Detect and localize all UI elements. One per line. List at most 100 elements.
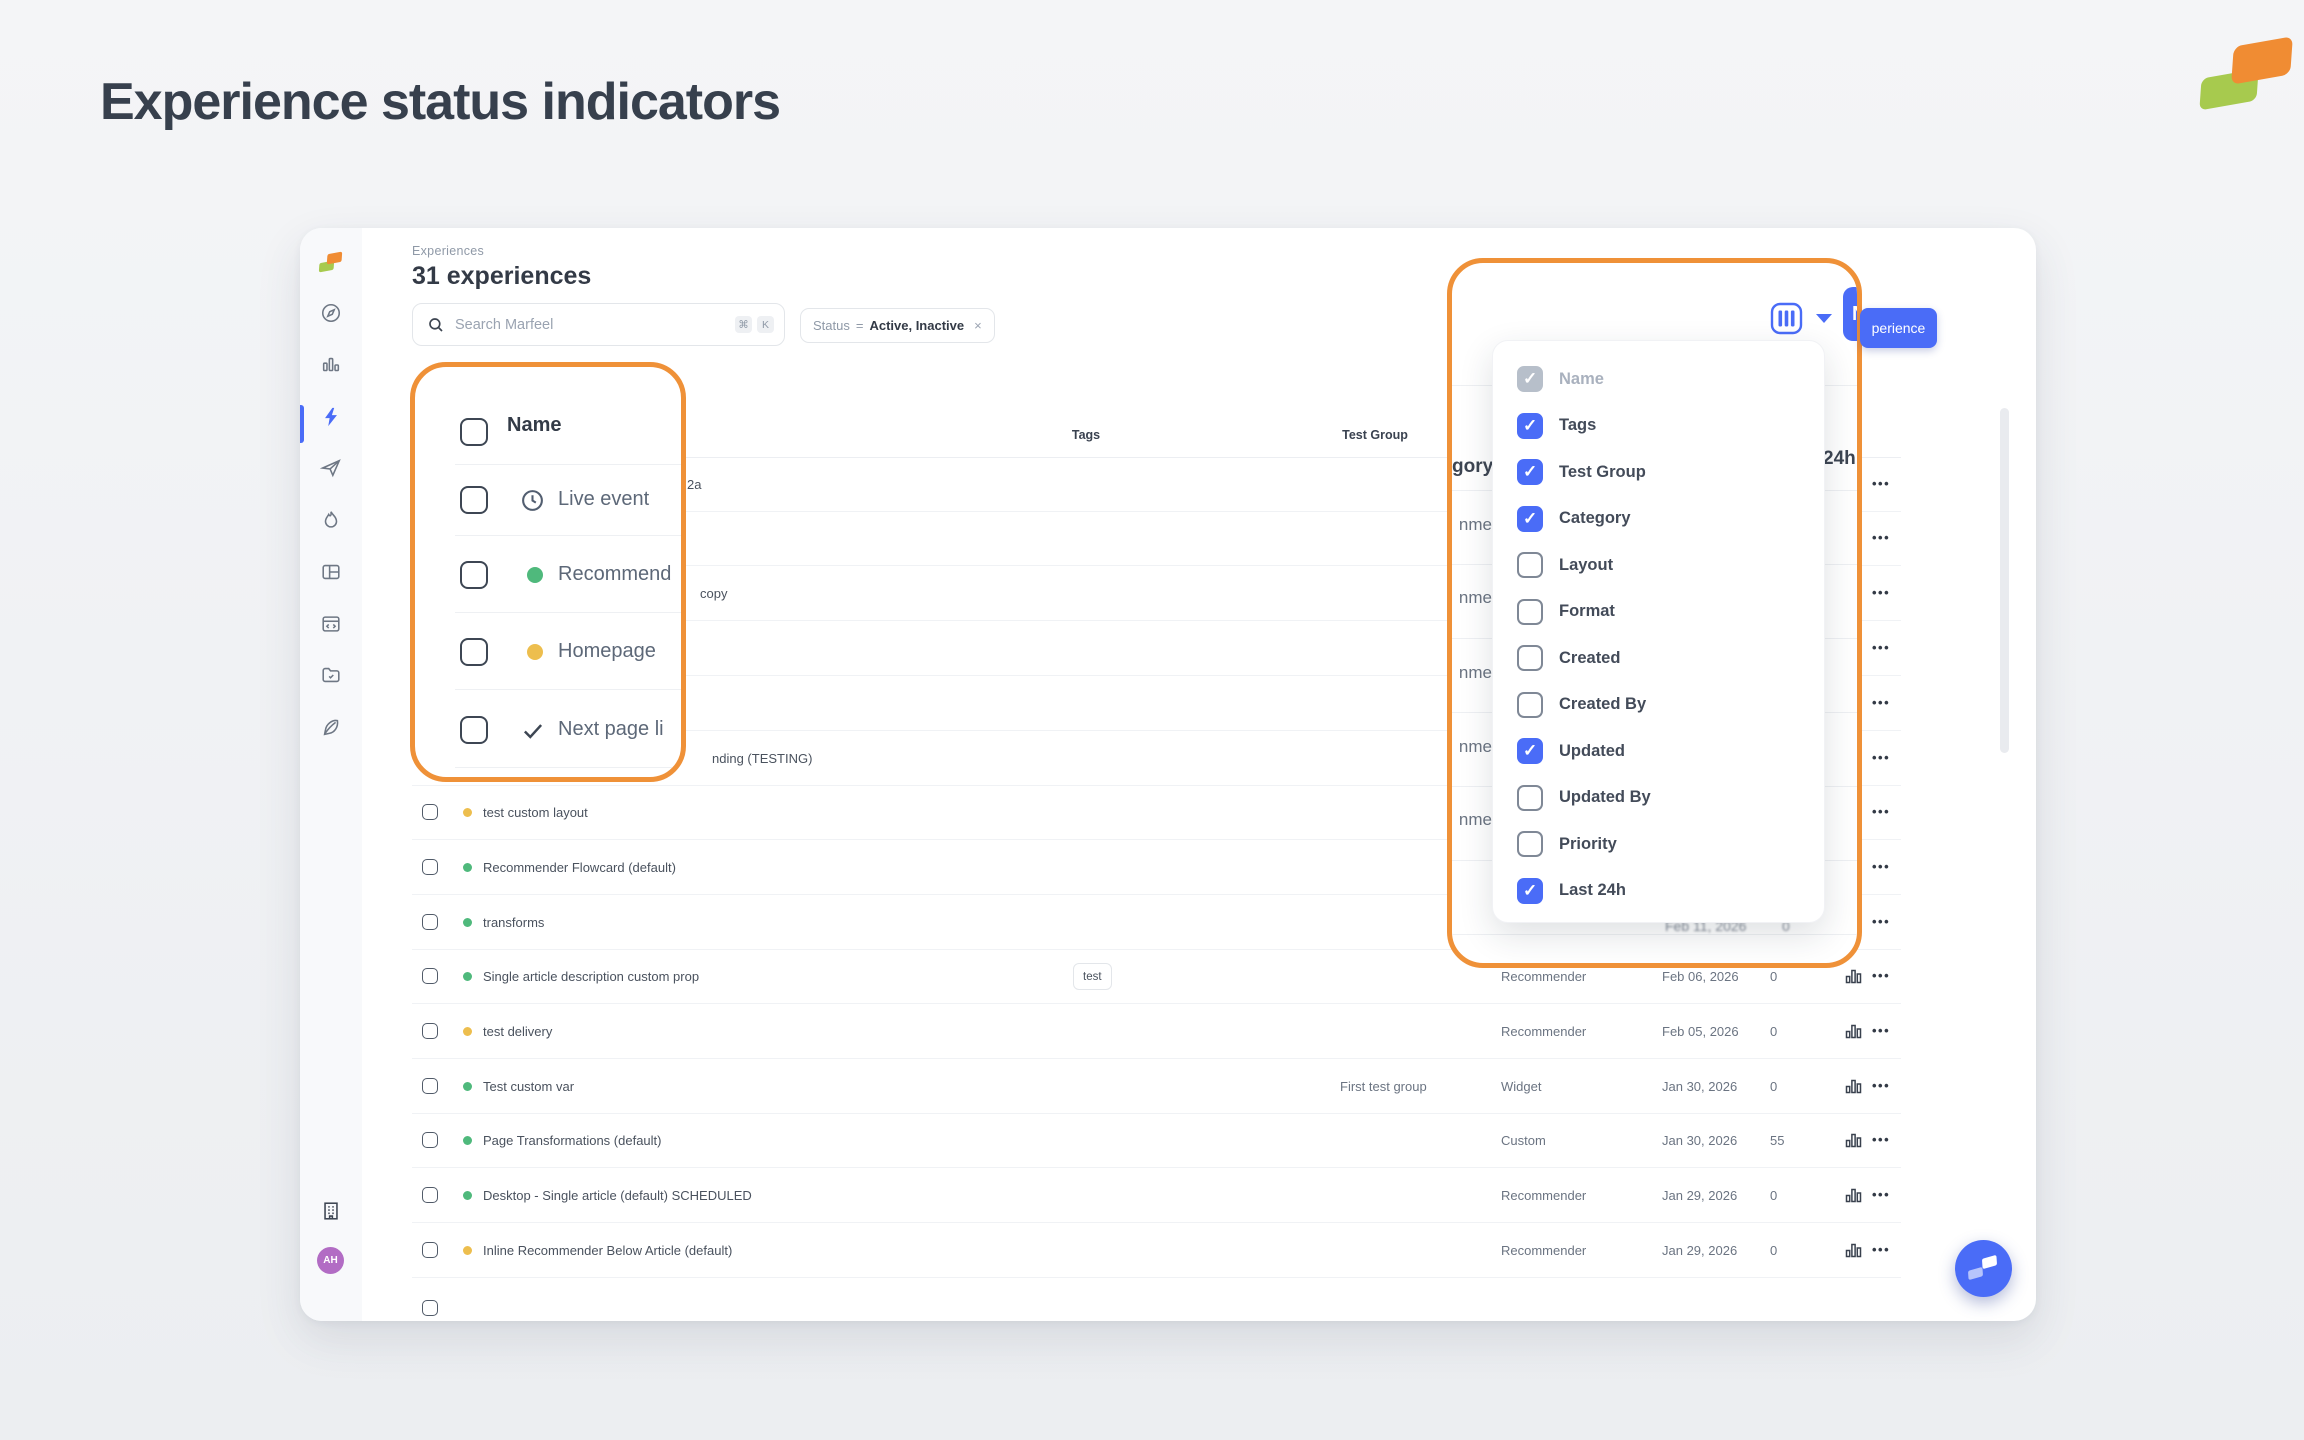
row-menu-dots[interactable]: ••• [1872,859,1890,874]
row-menu-dots[interactable]: ••• [1872,1023,1890,1038]
columns-icon[interactable] [1770,302,1803,335]
menu-item-format[interactable]: Format [1517,589,1824,636]
search-input[interactable] [455,317,730,333]
analytics-icon[interactable] [320,354,342,376]
floating-marfeel-button[interactable] [1955,1240,2012,1297]
row-menu-dots[interactable]: ••• [1872,476,1890,491]
menu-item-last-24h[interactable]: Last 24h [1517,868,1824,915]
menu-item-updated[interactable]: Updated [1517,728,1824,775]
row-updated: Feb 06, 2026 [1662,969,1739,984]
row-menu-dots[interactable]: ••• [1872,804,1890,819]
row-menu-dots[interactable]: ••• [1872,585,1890,600]
browser-code-icon[interactable] [320,613,342,635]
table-row[interactable]: Page Transformations (default) Custom Ja… [412,1113,1901,1168]
column-header-tags[interactable]: Tags [1062,428,1110,442]
checkbox-unchecked[interactable] [1517,552,1543,578]
building-icon[interactable] [320,1200,342,1222]
breadcrumb[interactable]: Experiences [412,244,484,258]
checkbox-checked[interactable] [1517,413,1543,439]
row-chart-icon[interactable] [1845,1078,1862,1095]
select-all-checkbox[interactable] [460,418,488,446]
row-checkbox[interactable] [422,859,438,875]
menu-item-updated-by[interactable]: Updated By [1517,775,1824,822]
column-header-test-group[interactable]: Test Group [1335,428,1415,442]
row-checkbox[interactable] [460,638,488,666]
chip-label: Status [813,318,850,333]
compass-icon[interactable] [320,302,342,324]
send-icon[interactable] [320,457,342,479]
row-checkbox[interactable] [422,968,438,984]
row-checkbox[interactable] [422,914,438,930]
row-menu-dots[interactable]: ••• [1872,914,1890,929]
tag-chip[interactable]: test [1073,963,1112,990]
row-menu-dots[interactable]: ••• [1872,750,1890,765]
row-checkbox[interactable] [460,561,488,589]
row-checkbox[interactable] [422,1242,438,1258]
feather-icon[interactable] [320,716,342,738]
table-row[interactable]: Desktop - Single article (default) SCHED… [412,1168,1901,1223]
row-menu-dots[interactable]: ••• [1872,530,1890,545]
row-chart-icon[interactable] [1845,1023,1862,1040]
columns-menu-callout: gory nme nme nme nme nme 24h Feb 11, 202… [1447,258,1862,968]
table-row[interactable]: Test custom var First test group Widget … [412,1059,1901,1114]
row-checkbox[interactable] [460,486,488,514]
row-checkbox[interactable] [460,716,488,744]
menu-item-tags[interactable]: Tags [1517,403,1824,450]
row-checkbox[interactable] [422,1078,438,1094]
row-checkbox[interactable] [422,1187,438,1203]
avatar[interactable]: AH [317,1247,344,1274]
status-filter-chip[interactable]: Status = Active, Inactive × [800,308,995,343]
menu-item-category[interactable]: Category [1517,496,1824,543]
row-menu-dots[interactable]: ••• [1872,1242,1890,1257]
row-chart-icon[interactable] [1845,968,1862,985]
row-chart-icon[interactable] [1845,1187,1862,1204]
row-menu-dots[interactable]: ••• [1872,695,1890,710]
row-chart-icon[interactable] [1845,1242,1862,1259]
checkbox-checked-disabled [1517,366,1543,392]
checkbox-unchecked[interactable] [1517,692,1543,718]
menu-item-priority[interactable]: Priority [1517,821,1824,868]
row-checkbox[interactable] [422,804,438,820]
row-checkbox[interactable] [422,1132,438,1148]
layout-icon[interactable] [320,561,342,583]
checkbox-unchecked[interactable] [1517,599,1543,625]
status-label-active: Recommend [558,563,671,586]
chevron-down-icon[interactable] [1816,314,1832,323]
table-row[interactable]: test delivery Recommender Feb 05, 2026 0… [412,1004,1901,1059]
row-category: Custom [1501,1133,1546,1148]
scrollbar[interactable] [2000,408,2009,753]
menu-item-created-by[interactable]: Created By [1517,682,1824,729]
checkbox-unchecked[interactable] [1517,645,1543,671]
checkbox-unchecked[interactable] [1517,831,1543,857]
menu-item-test-group[interactable]: Test Group [1517,449,1824,496]
menu-item-created[interactable]: Created [1517,635,1824,682]
checkbox-checked[interactable] [1517,459,1543,485]
search-bar[interactable]: ⌘ K [412,303,785,346]
flame-icon[interactable] [320,509,342,531]
experiences-bolt-icon[interactable] [320,406,342,428]
row-menu-dots[interactable]: ••• [1872,968,1890,983]
marfeel-sidebar-logo[interactable] [317,250,345,276]
row-checkbox[interactable] [422,1300,438,1316]
folder-icon[interactable] [320,664,342,686]
row-menu-dots[interactable]: ••• [1872,640,1890,655]
cmd-key-badge: ⌘ [735,316,752,333]
table-row-partial[interactable] [412,1279,1901,1321]
row-menu-dots[interactable]: ••• [1872,1187,1890,1202]
row-category: Recommender [1501,969,1586,984]
row-last24h: 55 [1770,1133,1784,1148]
checkbox-checked[interactable] [1517,878,1543,904]
status-indicators-callout: Name Live event Recommend Homepage Next … [410,362,686,782]
checkbox-unchecked[interactable] [1517,785,1543,811]
table-row[interactable]: Inline Recommender Below Article (defaul… [412,1223,1901,1278]
row-checkbox[interactable] [422,1023,438,1039]
checkbox-checked[interactable] [1517,738,1543,764]
new-experience-button[interactable]: perience [1860,308,1937,348]
row-menu-dots[interactable]: ••• [1872,1132,1890,1147]
chip-remove-icon[interactable]: × [974,318,982,333]
row-menu-dots[interactable]: ••• [1872,1078,1890,1093]
checkbox-checked[interactable] [1517,506,1543,532]
row-category: Recommender [1501,1188,1586,1203]
row-chart-icon[interactable] [1845,1132,1862,1149]
menu-item-layout[interactable]: Layout [1517,542,1824,589]
